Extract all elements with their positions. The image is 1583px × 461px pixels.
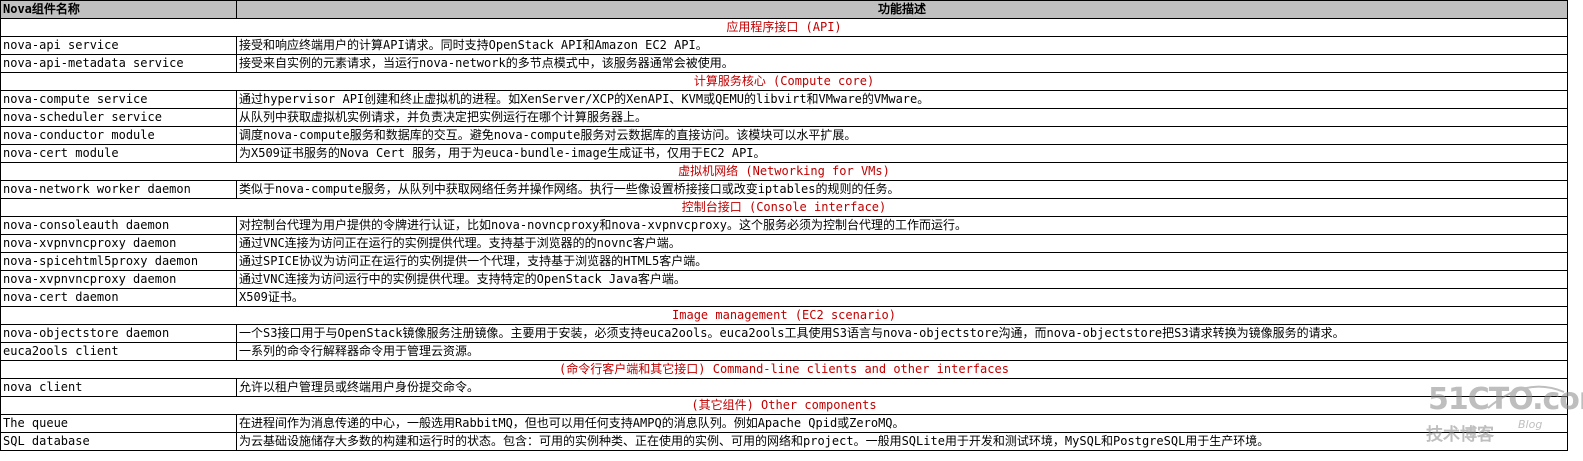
component-name-cell[interactable]: nova-cert module [0,144,237,163]
table-row: nova-network worker daemon 类似于nova-comput… [0,180,1568,199]
section-title[interactable]: 计算服务核心 (Compute core) [0,72,1568,91]
section-header-row: (其它组件) Other components [0,396,1568,415]
component-name-cell[interactable]: nova-spicehtml5proxy daemon [0,252,237,271]
table-row: nova-spicehtml5proxy daemon 通过SPICE协议为访问正… [0,252,1568,271]
table-body: 应用程序接口 (API) nova-api service 接受和响应终端用户的计算… [0,18,1568,451]
table-row: nova client 允许以租户管理员或终端用户身份提交命令。 [0,378,1568,397]
section-header-row: 应用程序接口 (API) [0,18,1568,37]
header-function-description[interactable]: 功能描述 [236,0,1568,19]
component-description-cell[interactable]: 对控制台代理为用户提供的令牌进行认证，比如nova-novncproxy和nov… [236,216,1568,235]
component-name-cell[interactable]: nova-api service [0,36,237,55]
section-title[interactable]: Image management (EC2 scenario) [0,306,1568,325]
component-description-cell[interactable]: 一个S3接口用于与OpenStack镜像服务注册镜像。主要用于安装，必须支持eu… [236,324,1568,343]
section-title[interactable]: 虚拟机网络 (Networking for VMs) [0,162,1568,181]
component-description-cell[interactable]: 为云基础设施储存大多数的构建和运行时的状态。包含：可用的实例种类、正在使用的实例… [236,432,1568,451]
table-row: euca2ools client 一系列的命令行解释器命令用于管理云资源。 [0,342,1568,361]
header-row: Nova组件名称 功能描述 [0,0,1568,19]
component-name-cell[interactable]: nova-xvpnvncproxy daemon [0,270,237,289]
component-name-cell[interactable]: nova-scheduler service [0,108,237,127]
component-description-cell[interactable]: 为X509证书服务的Nova Cert 服务，用于为euca-bundle-im… [236,144,1568,163]
table-row: SQL database 为云基础设施储存大多数的构建和运行时的状态。包含：可用的… [0,432,1568,451]
component-name-cell[interactable]: nova-network worker daemon [0,180,237,199]
component-name-cell[interactable]: nova-objectstore daemon [0,324,237,343]
section-title[interactable]: 应用程序接口 (API) [0,18,1568,37]
component-description-cell[interactable]: 在进程间作为消息传递的中心，一般选用RabbitMQ，但也可以用任何支持AMPQ… [236,414,1568,433]
section-header-row: Image management (EC2 scenario) [0,306,1568,325]
table-row: nova-cert daemon X509证书。 [0,288,1568,307]
component-name-cell[interactable]: euca2ools client [0,342,237,361]
component-name-cell[interactable]: nova client [0,378,237,397]
component-description-cell[interactable]: 允许以租户管理员或终端用户身份提交命令。 [236,378,1568,397]
component-description-cell[interactable]: 通过hypervisor API创建和终止虚拟机的进程。如XenServer/X… [236,90,1568,109]
table-row: nova-conductor module 调度nova-compute服务和数据… [0,126,1568,145]
component-name-cell[interactable]: nova-consoleauth daemon [0,216,237,235]
component-name-cell[interactable]: nova-xvpnvncproxy daemon [0,234,237,253]
component-name-cell[interactable]: nova-api-metadata service [0,54,237,73]
table-row: nova-api-metadata service 接受来自实例的元素请求，当运行… [0,54,1568,73]
component-description-cell[interactable]: 调度nova-compute服务和数据库的交互。避免nova-compute服务… [236,126,1568,145]
component-description-cell[interactable]: 类似于nova-compute服务，从队列中获取网络任务并操作网络。执行一些像设… [236,180,1568,199]
table-row: nova-compute service 通过hypervisor API创建和终… [0,90,1568,109]
component-name-cell[interactable]: nova-cert daemon [0,288,237,307]
table-row: nova-objectstore daemon 一个S3接口用于与OpenStac… [0,324,1568,343]
table-row: The queue 在进程间作为消息传递的中心，一般选用RabbitMQ，但也可以… [0,414,1568,433]
component-description-cell[interactable]: 接受来自实例的元素请求，当运行nova-network的多节点模式中，该服务器通… [236,54,1568,73]
component-name-cell[interactable]: nova-compute service [0,90,237,109]
table-row: nova-xvpnvncproxy daemon 通过VNC连接为访问正在运行的实… [0,234,1568,253]
header-component-name[interactable]: Nova组件名称 [0,0,237,19]
nova-components-table: Nova组件名称 功能描述 应用程序接口 (API) nova-api servi… [0,0,1568,451]
component-name-cell[interactable]: The queue [0,414,237,433]
table-row: nova-xvpnvncproxy daemon 通过VNC连接为访问运行中的实例… [0,270,1568,289]
table-row: nova-cert module 为X509证书服务的Nova Cert 服务，用… [0,144,1568,163]
component-description-cell[interactable]: 接受和响应终端用户的计算API请求。同时支持OpenStack API和Amaz… [236,36,1568,55]
section-title[interactable]: (其它组件) Other components [0,396,1568,415]
table-row: nova-scheduler service 从队列中获取虚拟机实例请求，并负责决… [0,108,1568,127]
component-description-cell[interactable]: 从队列中获取虚拟机实例请求，并负责决定把实例运行在哪个计算服务器上。 [236,108,1568,127]
component-description-cell[interactable]: 通过VNC连接为访问运行中的实例提供代理。支持特定的OpenStack Java… [236,270,1568,289]
component-description-cell[interactable]: 通过SPICE协议为访问正在运行的实例提供一个代理，支持基于浏览器的HTML5客… [236,252,1568,271]
component-name-cell[interactable]: nova-conductor module [0,126,237,145]
section-header-row: 控制台接口 (Console interface) [0,198,1568,217]
section-title[interactable]: 控制台接口 (Console interface) [0,198,1568,217]
component-description-cell[interactable]: X509证书。 [236,288,1568,307]
component-name-cell[interactable]: SQL database [0,432,237,451]
table-row: nova-api service 接受和响应终端用户的计算API请求。同时支持Op… [0,36,1568,55]
section-title[interactable]: (命令行客户端和其它接口) Command-line clients and o… [0,360,1568,379]
component-description-cell[interactable]: 一系列的命令行解释器命令用于管理云资源。 [236,342,1568,361]
section-header-row: 计算服务核心 (Compute core) [0,72,1568,91]
section-header-row: (命令行客户端和其它接口) Command-line clients and o… [0,360,1568,379]
table-row: nova-consoleauth daemon 对控制台代理为用户提供的令牌进行认… [0,216,1568,235]
component-description-cell[interactable]: 通过VNC连接为访问正在运行的实例提供代理。支持基于浏览器的的novnc客户端。 [236,234,1568,253]
section-header-row: 虚拟机网络 (Networking for VMs) [0,162,1568,181]
